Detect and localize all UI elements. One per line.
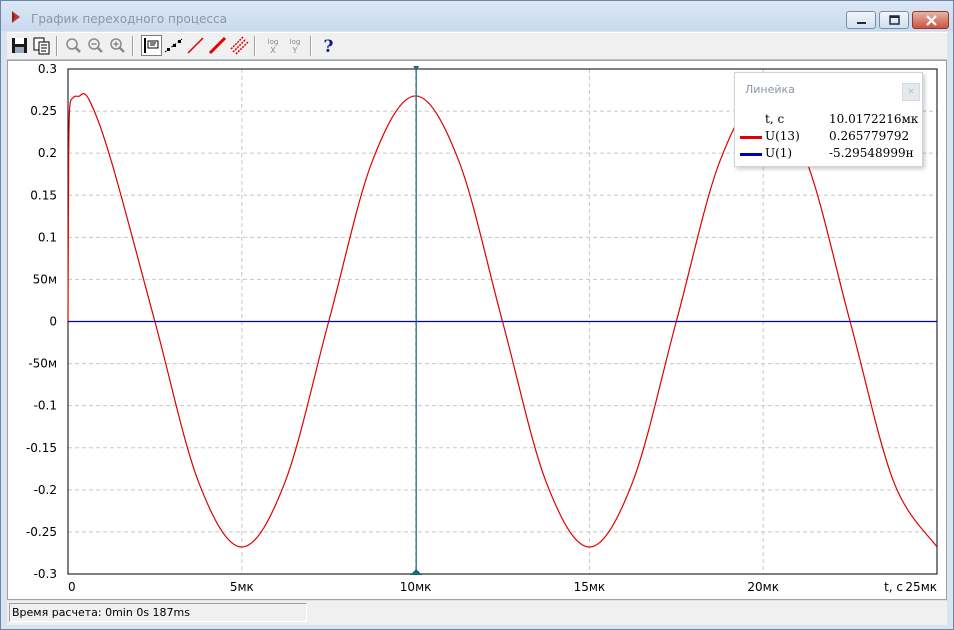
log-y-icon: log Y [290,38,301,55]
log-y-top: log [290,38,301,46]
copy-button[interactable] [31,35,52,56]
ruler-close-button[interactable]: × [902,83,920,101]
minimize-icon [857,22,866,24]
points-icon [164,38,183,53]
line-thick-button[interactable] [207,35,228,56]
toolbar: log X log Y ? [7,32,947,60]
x-tick-label: 5мк [230,580,254,594]
y-tick-label: -50м [28,357,57,371]
status-calc-time: Время расчета: 0min 0s 187ms [9,603,307,622]
minimize-button[interactable] [846,11,876,29]
line-thin-button[interactable] [185,35,206,56]
x-tick-label: 15мк [574,580,606,594]
ruler-title: Линейка [745,83,795,96]
points-button[interactable] [163,35,184,56]
save-icon [12,38,27,53]
y-tick-label: -0.1 [34,399,57,413]
x-tick-label: 10мк [400,580,432,594]
cursor-bottom-marker [410,569,423,575]
y-tick-label: 0.3 [38,62,57,76]
status-bar: Время расчета: 0min 0s 187ms [7,601,947,625]
x-tick-label: 25мк [905,580,937,594]
zoom-area-icon [66,38,81,53]
ruler-button[interactable] [141,35,162,56]
log-x-bottom: X [270,46,276,55]
maximize-button[interactable] [879,11,909,29]
y-tick-label: -0.2 [34,483,57,497]
help-icon: ? [324,37,334,56]
y-tick-label: -0.3 [34,567,57,581]
x-tick-label: 0 [68,580,76,594]
close-button[interactable] [912,11,949,29]
y-tick-label: 0.1 [38,230,57,244]
toolbar-separator [254,36,256,56]
save-button[interactable] [9,35,30,56]
x-tick-label: 20мк [747,580,779,594]
zoom-out-button[interactable] [85,35,106,56]
toolbar-separator [56,36,58,56]
close-icon [926,15,937,26]
ruler-row-value: -5.29548999н [829,146,914,160]
zoom-area-button[interactable] [63,35,84,56]
log-x-button[interactable]: log X [263,35,284,56]
y-tick-label: 0.15 [30,188,57,202]
y-tick-label: 50м [33,272,57,286]
log-y-bottom: Y [292,46,298,55]
help-label: ? [324,37,334,56]
line-thick-icon [208,36,227,55]
series-swatch-u1 [740,153,762,156]
line-multi-icon [230,36,249,55]
y-tick-label: 0.2 [38,146,57,160]
y-tick-label: -0.25 [26,525,57,539]
log-x-top: log [268,38,279,46]
zoom-in-icon [110,38,125,53]
ruler-row-time: t, с 10.0172216мк [735,111,924,129]
x-axis-label: t, с [884,580,903,594]
ruler-row-value: 10.0172216мк [829,112,919,126]
ruler-row-value: 0.265779792 [829,129,910,143]
ruler-row-label: t, с [765,112,785,126]
ruler-icon [144,38,159,53]
log-y-button[interactable]: log Y [285,35,306,56]
copy-icon [33,37,50,55]
ruler-row-label: U(13) [765,129,800,143]
y-tick-label: -0.15 [26,441,57,455]
y-tick-label: 0.25 [30,104,57,118]
zoom-out-icon [88,38,103,53]
line-multi-button[interactable] [229,35,250,56]
ruler-row-u1: U(1) -5.29548999н [735,145,924,163]
maximize-icon [889,15,900,25]
help-button[interactable]: ? [318,35,339,56]
zoom-in-button[interactable] [107,35,128,56]
ruler-panel[interactable]: Линейка × t, с 10.0172216мк U(13) 0.2657… [734,72,923,167]
ruler-row-u13: U(13) 0.265779792 [735,128,924,146]
ruler-row-label: U(1) [765,146,793,160]
toolbar-separator [132,36,134,56]
toolbar-separator [310,36,312,56]
title-bar[interactable]: График переходного процесса [1,1,953,31]
y-tick-label: 0 [49,315,57,329]
log-x-icon: log X [268,38,279,55]
window-title: График переходного процесса [31,12,227,26]
series-swatch-u13 [740,136,762,139]
transient-plot-window: График переходного процесса log X log Y … [0,0,954,630]
app-icon [12,11,20,23]
line-thin-icon [187,37,204,54]
